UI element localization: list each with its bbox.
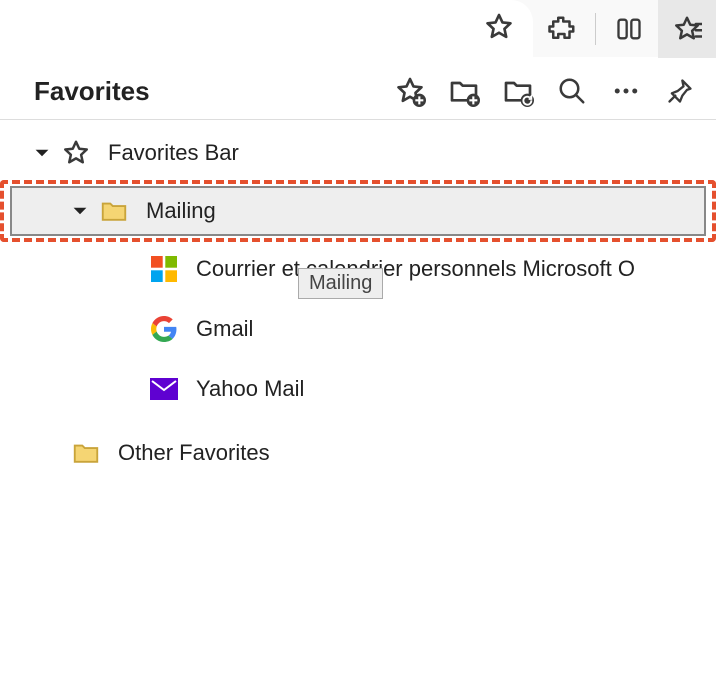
bookmark-item[interactable]: Gmail	[0, 304, 716, 354]
split-screen-button[interactable]	[600, 0, 658, 58]
add-favorite-button[interactable]	[394, 75, 426, 107]
tree-label: Favorites Bar	[108, 140, 239, 166]
restore-folder-button[interactable]	[502, 75, 534, 107]
panel-actions	[394, 75, 696, 107]
google-icon	[146, 316, 182, 342]
panel-header: Favorites	[0, 61, 716, 119]
add-folder-button[interactable]	[448, 75, 480, 107]
separator	[595, 13, 596, 45]
folder-icon	[68, 438, 104, 468]
tree-label: Other Favorites	[118, 440, 270, 466]
tree-other-favorites[interactable]: Other Favorites	[0, 428, 716, 478]
bookmark-item[interactable]: Yahoo Mail	[0, 364, 716, 414]
tree-label: Mailing	[146, 198, 216, 224]
yahoo-mail-icon	[146, 378, 182, 400]
bookmark-label: Yahoo Mail	[196, 376, 304, 402]
more-options-button[interactable]	[610, 75, 642, 107]
pin-button[interactable]	[664, 75, 696, 107]
divider	[0, 119, 716, 120]
favorites-tree: Favorites Bar Mailing Courrier et calend…	[0, 128, 716, 478]
search-button[interactable]	[556, 75, 588, 107]
star-outline-icon[interactable]	[483, 11, 515, 48]
address-area	[0, 0, 533, 58]
bookmark-label: Courrier et calendrier personnels Micros…	[196, 256, 635, 282]
panel-title: Favorites	[34, 76, 394, 107]
caret-down-icon[interactable]	[70, 203, 90, 219]
extensions-button[interactable]	[533, 0, 591, 58]
caret-down-icon[interactable]	[32, 145, 52, 161]
tooltip: Mailing	[298, 268, 383, 299]
highlighted-row-wrap: Mailing	[0, 180, 716, 242]
microsoft-icon	[146, 256, 182, 282]
tree-favorites-bar[interactable]: Favorites Bar	[0, 128, 716, 178]
bookmark-label: Gmail	[196, 316, 253, 342]
star-outline-icon	[58, 138, 94, 168]
folder-icon	[96, 196, 132, 226]
tree-folder-mailing[interactable]: Mailing	[10, 186, 706, 236]
favorites-button[interactable]	[658, 0, 716, 58]
browser-topbar	[0, 0, 716, 58]
